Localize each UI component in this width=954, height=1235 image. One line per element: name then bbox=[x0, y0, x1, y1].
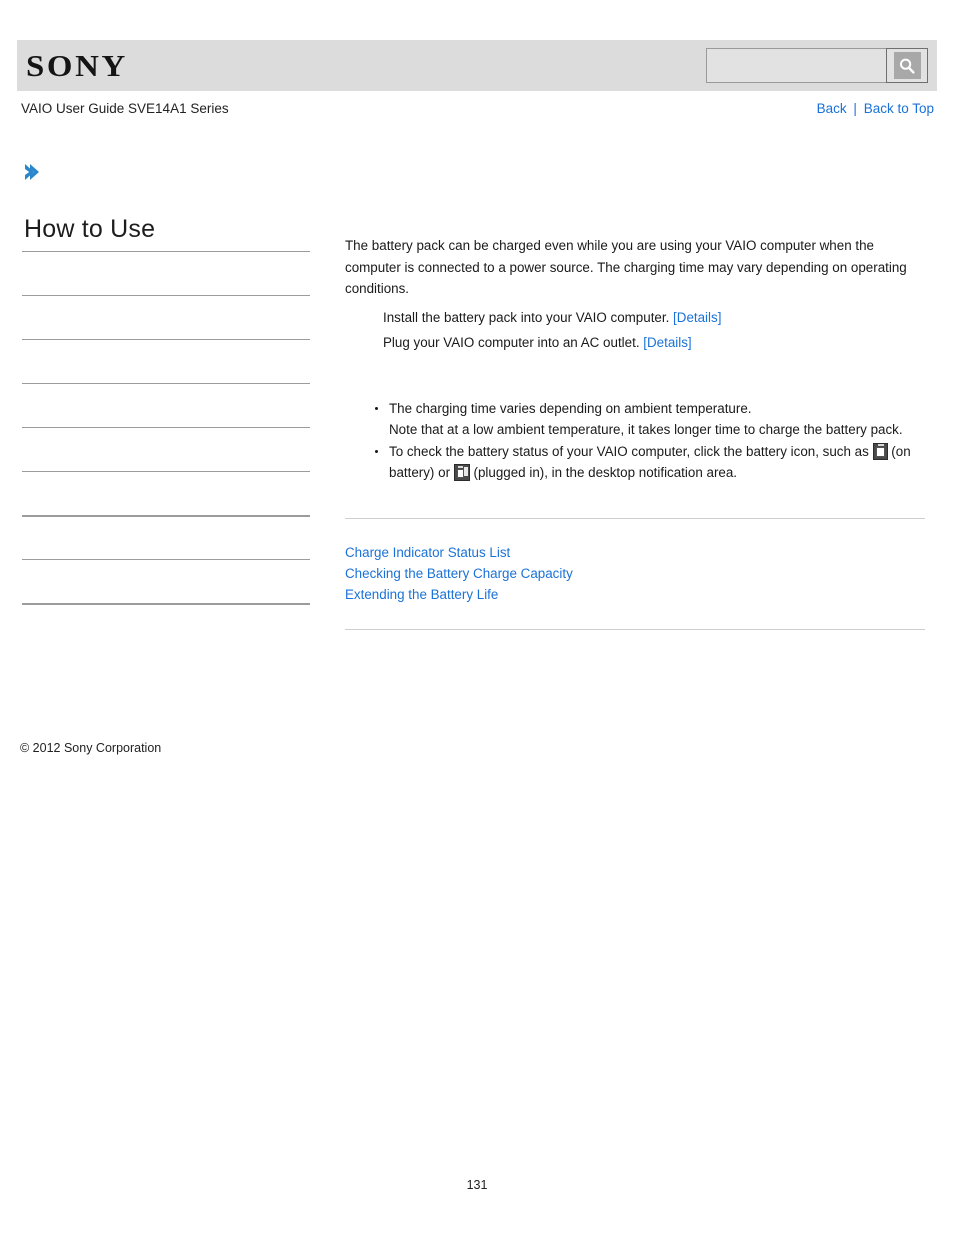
sidebar-item-1[interactable] bbox=[22, 251, 310, 295]
main-content: The battery pack can be charged even whi… bbox=[345, 235, 925, 630]
search-area bbox=[706, 48, 928, 83]
related-link-extending-battery-life[interactable]: Extending the Battery Life bbox=[345, 584, 925, 605]
sidebar-item-8[interactable] bbox=[22, 559, 310, 603]
search-icon bbox=[893, 52, 921, 79]
search-input[interactable] bbox=[706, 48, 886, 83]
step-text: Plug your VAIO computer into an AC outle… bbox=[383, 335, 640, 350]
site-header: SONY bbox=[17, 40, 937, 91]
search-button[interactable] bbox=[886, 48, 928, 83]
note-text-part-1: To check the battery status of your VAIO… bbox=[389, 443, 869, 459]
content-divider-top bbox=[345, 517, 925, 519]
note-item: To check the battery status of your VAIO… bbox=[375, 441, 925, 484]
sub-header: VAIO User Guide SVE14A1 Series Back | Ba… bbox=[17, 101, 937, 121]
breadcrumb bbox=[22, 162, 322, 186]
sidebar-item-6[interactable] bbox=[22, 471, 310, 515]
sidebar-heading: How to Use bbox=[24, 215, 156, 243]
header-nav-links: Back | Back to Top bbox=[817, 101, 934, 116]
note-item: The charging time varies depending on am… bbox=[375, 398, 925, 441]
nav-separator: | bbox=[853, 101, 857, 116]
battery-on-battery-icon bbox=[872, 442, 888, 460]
sidebar-item-4[interactable] bbox=[22, 383, 310, 427]
sidebar: How to Use bbox=[22, 215, 310, 647]
page-number: 131 bbox=[466, 1178, 488, 1192]
note-text-part-3: (plugged in), in the desktop notificatio… bbox=[473, 465, 738, 480]
notes-list: The charging time varies depending on am… bbox=[345, 398, 925, 484]
back-link[interactable]: Back bbox=[817, 101, 847, 116]
note-line-2: Note that at a low ambient temperature, … bbox=[389, 422, 903, 437]
details-link[interactable]: [Details] bbox=[643, 335, 691, 350]
related-link-charge-indicator-status-list[interactable]: Charge Indicator Status List bbox=[345, 542, 925, 563]
sony-logo: SONY bbox=[26, 48, 128, 83]
sidebar-item-7[interactable] bbox=[22, 515, 310, 559]
copyright-text: © 2012 Sony Corporation bbox=[20, 741, 162, 755]
document-title: VAIO User Guide SVE14A1 Series bbox=[21, 101, 229, 116]
step-text: Install the battery pack into your VAIO … bbox=[383, 309, 670, 325]
step-item: Install the battery pack into your VAIO … bbox=[345, 307, 925, 329]
details-link[interactable]: [Details] bbox=[673, 310, 721, 325]
back-to-top-link[interactable]: Back to Top bbox=[864, 101, 934, 116]
content-divider-bottom bbox=[345, 628, 925, 630]
step-item: Plug your VAIO computer into an AC outle… bbox=[345, 332, 925, 354]
related-link-checking-battery-charge-capacity[interactable]: Checking the Battery Charge Capacity bbox=[345, 563, 925, 584]
battery-plugged-in-icon bbox=[453, 464, 470, 481]
note-line-1: The charging time varies depending on am… bbox=[389, 400, 752, 416]
intro-paragraph: The battery pack can be charged even whi… bbox=[345, 238, 907, 296]
sidebar-item-5[interactable] bbox=[22, 427, 310, 471]
steps-list: Install the battery pack into your VAIO … bbox=[345, 307, 925, 354]
related-links: Charge Indicator Status List Checking th… bbox=[345, 542, 925, 605]
sidebar-item-9[interactable] bbox=[22, 603, 310, 647]
sidebar-item-3[interactable] bbox=[22, 339, 310, 383]
sidebar-item-2[interactable] bbox=[22, 295, 310, 339]
chevron-right-icon[interactable] bbox=[22, 162, 40, 187]
